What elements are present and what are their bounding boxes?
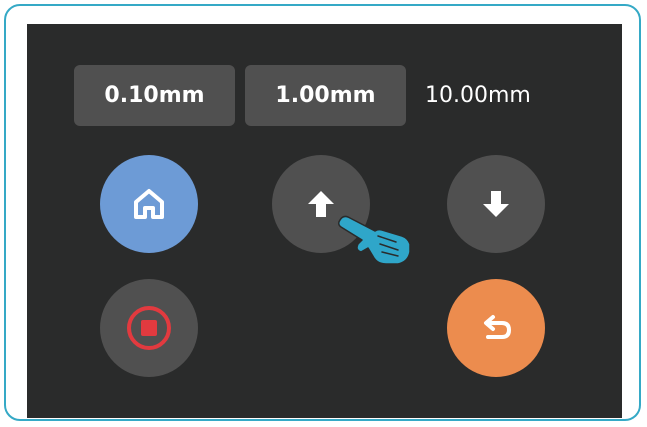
- step-10-00mm-option[interactable]: 10.00mm: [425, 65, 565, 126]
- return-icon: [484, 315, 511, 339]
- step-0-10mm-button[interactable]: 0.10mm: [74, 65, 235, 126]
- move-down-button[interactable]: [447, 155, 545, 253]
- pointing-hand-icon: [337, 215, 411, 265]
- step-1-00mm-button[interactable]: 1.00mm: [245, 65, 406, 126]
- home-button[interactable]: [100, 155, 198, 253]
- home-icon: [134, 189, 164, 219]
- stop-button[interactable]: [100, 279, 198, 377]
- touch-screen: 0.10mm 1.00mm 10.00mm: [27, 24, 622, 418]
- stop-icon: [127, 306, 171, 350]
- return-button[interactable]: [447, 279, 545, 377]
- arrow-down-icon: [483, 191, 509, 217]
